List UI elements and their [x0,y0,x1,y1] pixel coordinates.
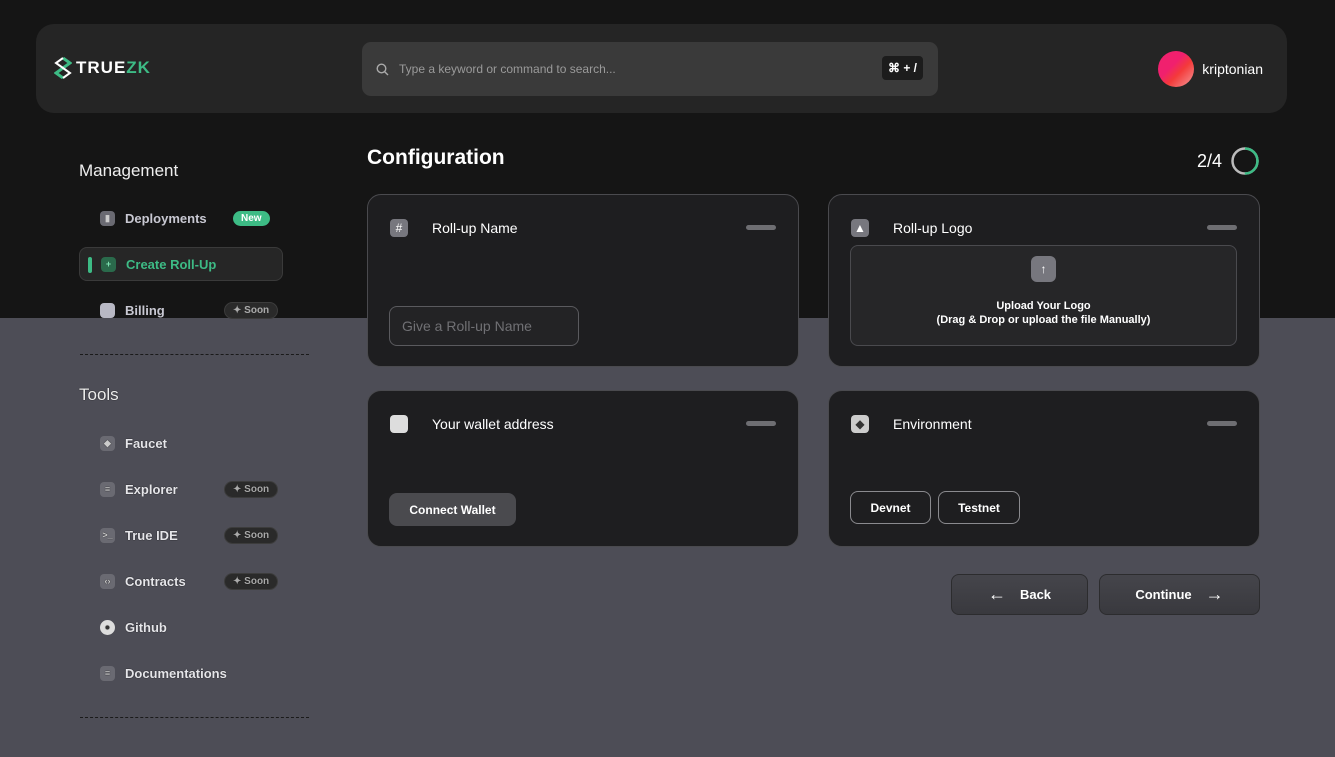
environment-card: ◆ Environment Devnet Testnet [828,390,1260,547]
rollup-name-card: # Roll-up Name [367,194,799,367]
search-icon [376,62,389,75]
soon-badge: ✦ Soon [224,301,279,319]
soon-badge: ✦ Soon [224,480,279,498]
testnet-option[interactable]: Testnet [938,491,1020,524]
soon-badge: ✦ Soon [224,572,279,590]
search-input[interactable] [399,62,859,76]
upload-hint: (Drag & Drop or upload the file Manually… [936,314,1151,326]
item-label: Billing [125,302,165,318]
search-bar[interactable]: ⌘ + / [362,42,938,96]
devnet-option[interactable]: Devnet [850,491,931,524]
logo-accent: ZK [126,58,151,77]
sidebar-item-billing[interactable]: Billing ✦ Soon [79,293,283,327]
wallet-icon [390,415,408,433]
collapse-handle[interactable] [1207,225,1237,230]
item-label: Github [125,619,167,635]
item-label: Deployments [125,210,207,226]
wallet-icon [100,302,115,318]
rollup-name-input[interactable] [389,306,579,346]
item-label: Documentations [125,665,227,681]
terminal-icon: >_ [100,527,115,543]
back-button[interactable]: ← Back [951,574,1088,615]
file-upload-icon: ↑ [1031,256,1056,282]
progress-ring [1231,147,1259,175]
logo-text: TRUE [76,58,127,77]
step-text: 2/4 [1196,150,1222,171]
sidebar-item-create-rollup[interactable]: + Create Roll-Up [79,247,283,281]
sidebar-divider [80,717,309,718]
management-heading: Management [79,161,179,180]
item-label: Explorer [125,481,178,497]
truezk-logo[interactable]: TRUEZK [54,57,151,79]
avatar [1158,51,1195,87]
code-icon: ‹› [100,573,115,589]
new-badge: New [233,210,270,226]
plus-square-icon: + [101,256,116,272]
cube-icon: ◆ [100,435,115,451]
arrow-right-icon: → [1205,584,1224,604]
rocket-icon: ▮ [100,210,115,226]
sidebar-item-github[interactable]: ● Github [79,610,283,644]
wallet-card: Your wallet address Connect Wallet [367,390,799,547]
github-icon: ● [100,619,115,635]
document-icon: ≡ [100,665,115,681]
card-title: Roll-up Name [432,220,518,236]
sidebar-item-true-ide[interactable]: >_ True IDE ✦ Soon [79,518,283,552]
top-header: TRUEZK ⌘ + / kriptonian [36,24,1287,113]
collapse-handle[interactable] [1207,421,1237,426]
logo-upload-dropzone[interactable]: ↑ Upload Your Logo (Drag & Drop or uploa… [850,245,1237,346]
connect-wallet-button[interactable]: Connect Wallet [389,493,516,526]
sidebar-item-explorer[interactable]: ≡ Explorer ✦ Soon [79,472,283,506]
soon-badge: ✦ Soon [224,526,279,544]
sidebar-item-documentations[interactable]: ≡ Documentations [79,656,283,690]
tools-heading: Tools [79,385,119,404]
image-icon: ▲ [851,219,869,237]
item-label: Contracts [125,573,186,589]
back-label: Back [1019,587,1052,602]
continue-label: Continue [1135,587,1192,602]
explorer-icon: ≡ [100,481,115,497]
arrow-left-icon: ← [987,584,1006,604]
card-title: Environment [893,416,972,432]
collapse-handle[interactable] [746,225,776,230]
continue-button[interactable]: Continue → [1099,574,1260,615]
sidebar-item-contracts[interactable]: ‹› Contracts ✦ Soon [79,564,283,598]
cube-icon: ◆ [851,415,869,433]
collapse-handle[interactable] [746,421,776,426]
item-label: Create Roll-Up [126,256,217,272]
upload-title: Upload Your Logo [996,300,1091,312]
step-indicator: 2/4 [1197,146,1260,176]
page-title: Configuration [367,146,505,169]
username: kriptonian [1202,61,1263,77]
sidebar-item-deployments[interactable]: ▮ Deployments New [79,201,283,235]
user-menu[interactable]: kriptonian [1158,51,1263,87]
item-label: True IDE [125,527,178,543]
card-title: Your wallet address [432,416,554,432]
sidebar-item-faucet[interactable]: ◆ Faucet [79,426,283,460]
hash-icon: # [390,219,408,237]
shortcut-hint: ⌘ + / [881,56,923,80]
item-label: Faucet [125,435,167,451]
card-title: Roll-up Logo [893,220,973,236]
rollup-logo-card: ▲ Roll-up Logo ↑ Upload Your Logo (Drag &… [828,194,1260,367]
sidebar-divider [80,354,309,355]
logo-icon [54,57,72,79]
